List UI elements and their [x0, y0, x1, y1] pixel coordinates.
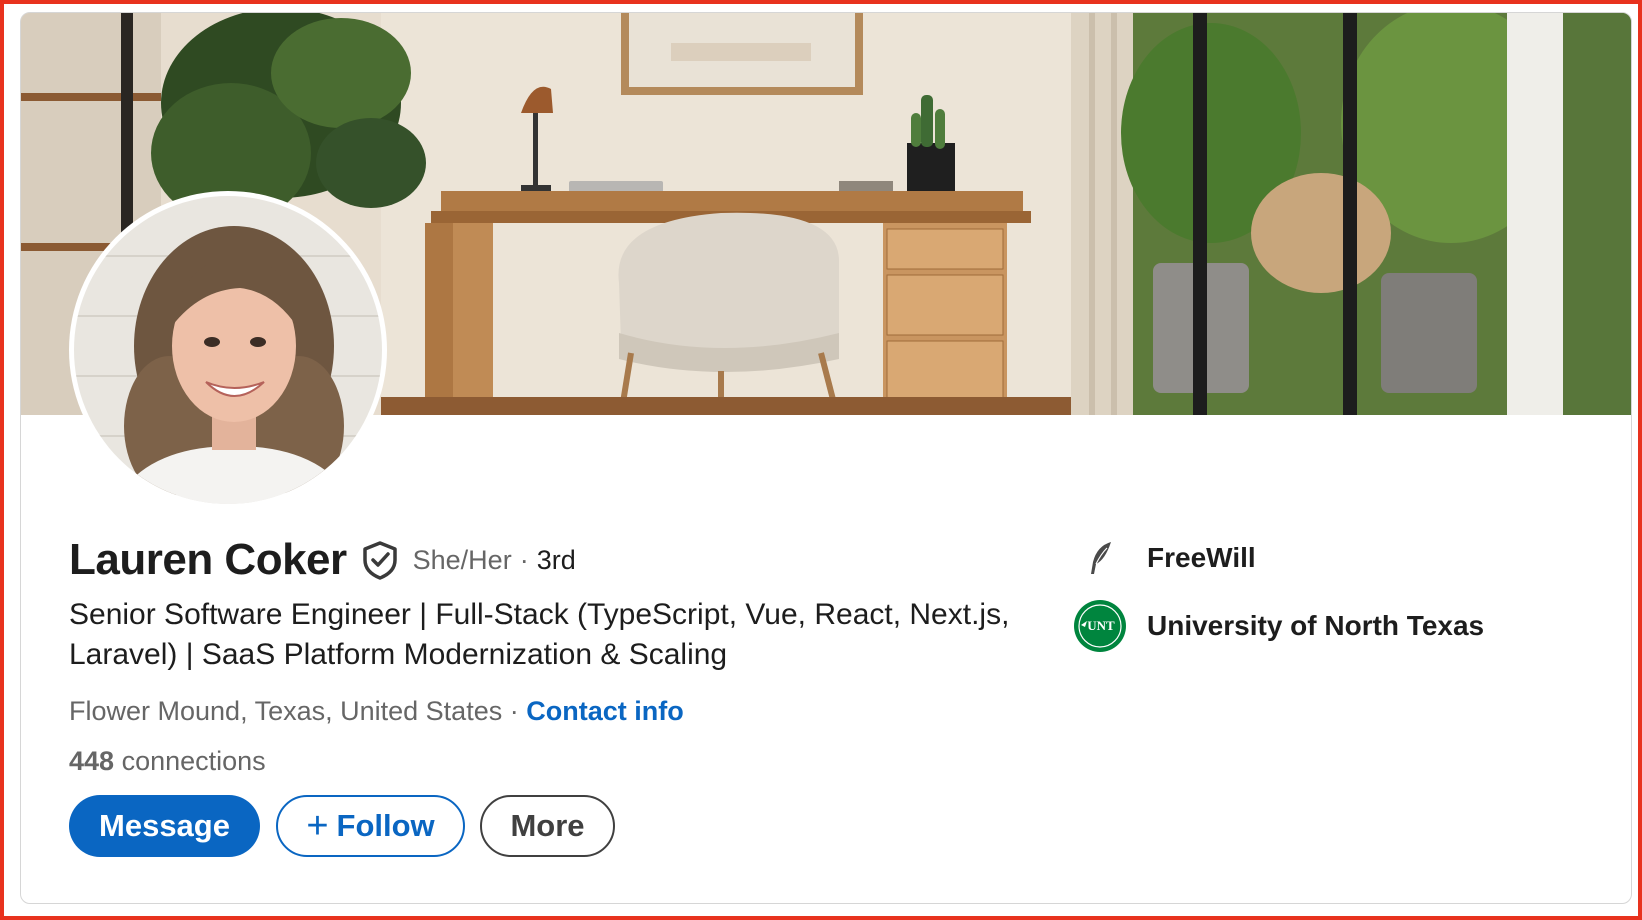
connection-degree: 3rd [536, 544, 576, 575]
contact-info-link[interactable]: Contact info [526, 696, 683, 726]
degree-separator: · [519, 544, 529, 575]
profile-photo[interactable] [69, 191, 387, 509]
profile-headline: Senior Software Engineer | Full-Stack (T… [69, 598, 1010, 671]
unt-logo: UNT [1073, 599, 1127, 653]
plus-icon: + [306, 805, 329, 847]
more-button-label: More [510, 808, 585, 843]
verified-shield-icon[interactable] [361, 540, 399, 580]
connections-link[interactable]: 448 connections [69, 746, 266, 777]
connections-count: 448 [69, 746, 115, 776]
location-separator: · [509, 696, 519, 726]
follow-button-label: Follow [336, 808, 435, 843]
message-button[interactable]: Message [69, 795, 260, 857]
unt-logo-text: UNT [1087, 618, 1115, 633]
more-button[interactable]: More [480, 795, 615, 857]
education-link[interactable]: UNT University of North Texas [1073, 599, 1484, 653]
pronouns: She/Her [412, 544, 512, 575]
current-company-link[interactable]: FreeWill [1073, 531, 1256, 585]
name-row: Lauren Coker She/Her · 3rd [69, 535, 576, 585]
company-name: FreeWill [1147, 542, 1256, 573]
follow-button[interactable]: + Follow [276, 795, 465, 857]
feather-quill-icon [1073, 531, 1127, 585]
message-button-label: Message [99, 808, 230, 843]
location-text: Flower Mound, Texas, United States [69, 696, 503, 726]
profile-card: Lauren Coker She/Her · 3rd Senior Softwa… [20, 12, 1632, 904]
connections-label: connections [121, 746, 266, 776]
school-name: University of North Texas [1147, 610, 1485, 641]
profile-name: Lauren Coker [69, 535, 347, 584]
location-row: Flower Mound, Texas, United States · Con… [69, 696, 684, 727]
